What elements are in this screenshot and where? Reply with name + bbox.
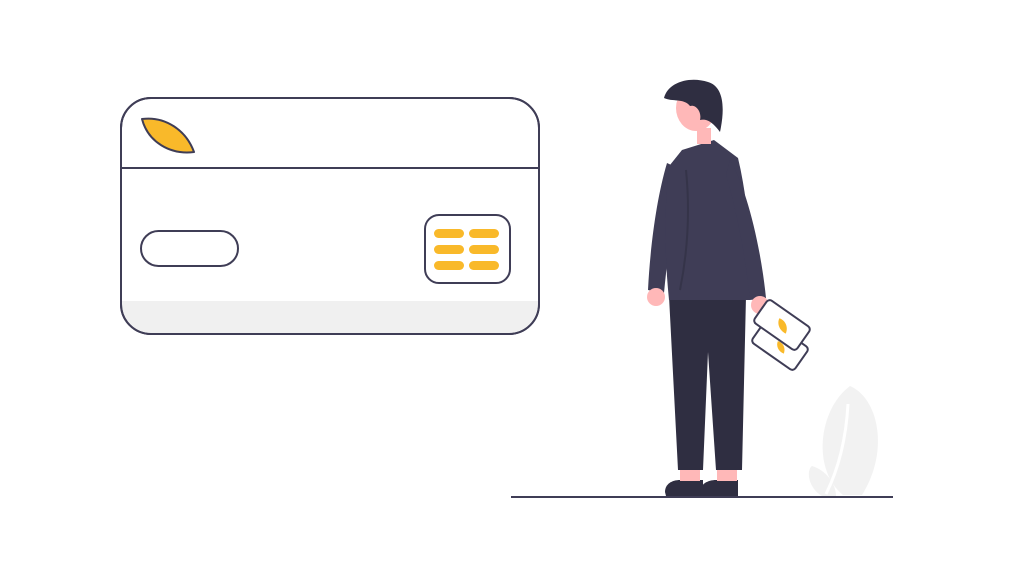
left-shoe [665,480,703,496]
payment-card-illustration [120,79,893,498]
card-pill-field [140,230,239,267]
card-bottom-strip [122,301,538,333]
credit-card [120,97,540,335]
left-hand [647,288,665,306]
trousers [669,296,746,470]
right-shoe [700,480,738,496]
plant-leaf-icon [808,386,878,496]
person-figure [647,79,811,496]
chip-icon [424,214,511,284]
